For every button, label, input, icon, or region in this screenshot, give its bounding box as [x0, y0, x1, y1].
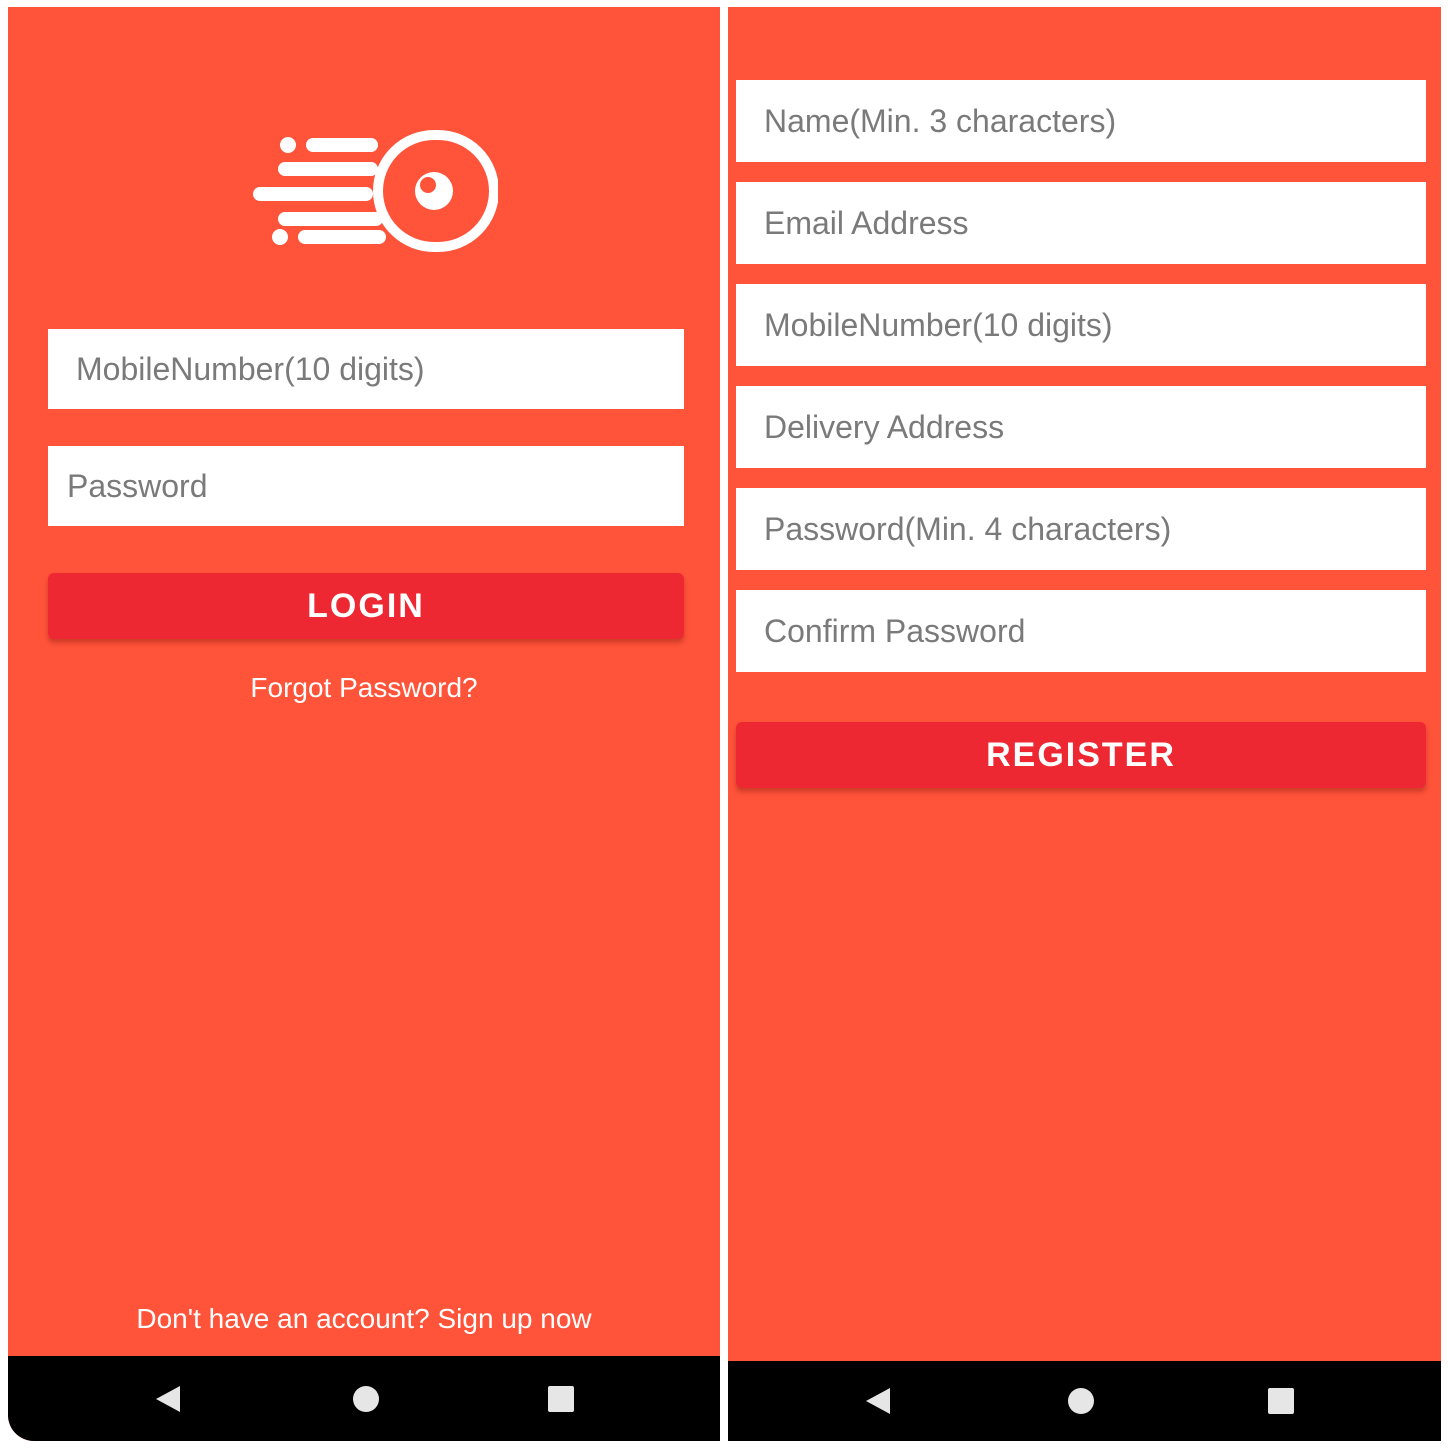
password-input[interactable] — [736, 488, 1426, 570]
recents-icon[interactable] — [1268, 1388, 1294, 1414]
register-screen: REGISTER — [728, 7, 1441, 1441]
home-icon[interactable] — [1068, 1388, 1094, 1414]
register-button[interactable]: REGISTER — [736, 722, 1426, 788]
email-input[interactable] — [736, 182, 1426, 264]
name-input[interactable] — [736, 80, 1426, 162]
confirm-password-input[interactable] — [736, 590, 1426, 672]
login-screen: LOGIN Forgot Password? Don't have an acc… — [8, 7, 720, 1441]
back-icon[interactable] — [866, 1388, 890, 1414]
mobile-number-input[interactable] — [48, 329, 684, 409]
back-icon[interactable] — [156, 1385, 180, 1412]
home-icon[interactable] — [353, 1385, 379, 1412]
mobile-number-input[interactable] — [736, 284, 1426, 366]
delivery-address-input[interactable] — [736, 386, 1426, 468]
navigation-bar — [8, 1356, 720, 1441]
forgot-password-link[interactable]: Forgot Password? — [8, 672, 720, 704]
app-logo-icon — [253, 130, 498, 252]
recents-icon[interactable] — [548, 1385, 574, 1412]
login-button[interactable]: LOGIN — [48, 573, 684, 639]
password-input[interactable] — [48, 446, 684, 526]
signup-link[interactable]: Don't have an account? Sign up now — [8, 1303, 720, 1335]
navigation-bar — [728, 1361, 1441, 1441]
